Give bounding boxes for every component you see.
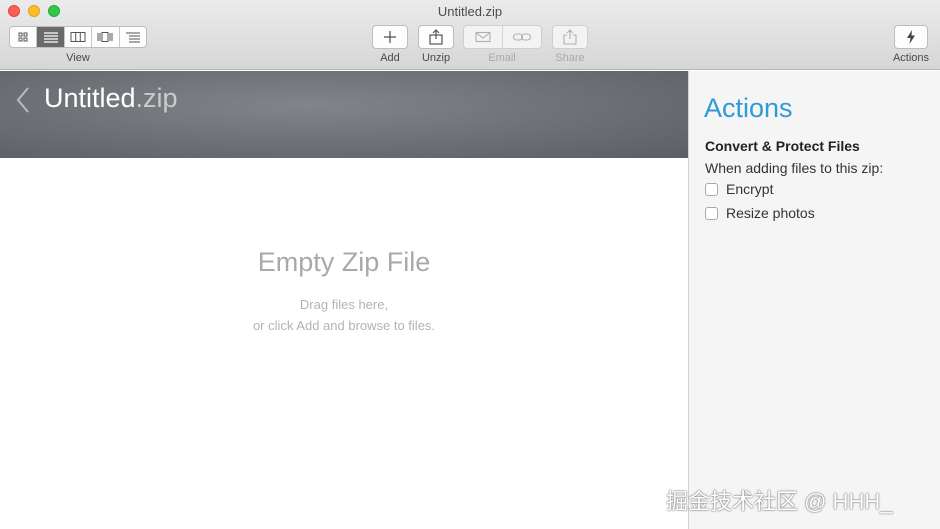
empty-state-hint-1: Drag files here, — [299, 297, 389, 312]
actions-button[interactable] — [894, 25, 928, 49]
envelope-icon — [475, 31, 491, 43]
email-link-group — [463, 25, 542, 49]
encrypt-checkbox[interactable] — [705, 182, 718, 196]
coverflow-view-button[interactable] — [92, 27, 120, 47]
actions-panel: Actions Convert & Protect Files When add… — [688, 71, 940, 529]
empty-state-hint-2: or click Add and browse to files. — [252, 318, 436, 333]
copy-link-button[interactable] — [503, 26, 541, 48]
back-chevron-icon[interactable] — [14, 85, 32, 115]
unzip-icon — [429, 29, 443, 45]
resize-photos-label: Resize photos — [726, 205, 815, 221]
list-view-button[interactable] — [37, 27, 65, 47]
grid-view-icon — [18, 32, 28, 42]
unzip-button[interactable] — [418, 25, 454, 49]
toolbar: Untitled.zip View Add Unzip Email Share … — [0, 0, 940, 70]
grid-view-button[interactable] — [10, 27, 38, 47]
watermark: 掘金技术社区 @ HHH_ — [666, 489, 893, 514]
when-adding-text: When adding files to this zip: — [705, 160, 884, 176]
email-label: Email — [488, 52, 516, 64]
resize-photos-option[interactable]: Resize photos — [705, 205, 815, 221]
view-mode-control — [9, 26, 147, 48]
lightning-icon — [907, 30, 915, 44]
actions-label: Actions — [892, 52, 930, 64]
add-button[interactable] — [372, 25, 408, 49]
app-window: Untitled.zip View Add Unzip Email Share … — [0, 0, 940, 529]
share-icon — [563, 29, 577, 45]
column-view-button[interactable] — [65, 27, 93, 47]
column-view-icon — [70, 32, 86, 42]
encrypt-option[interactable]: Encrypt — [705, 181, 773, 197]
coverflow-view-icon — [97, 32, 113, 42]
archive-header: Untitled.zip — [0, 71, 688, 158]
list-view-icon — [43, 32, 58, 43]
unzip-label: Unzip — [421, 52, 451, 64]
share-button[interactable] — [552, 25, 588, 49]
outline-view-icon — [125, 32, 140, 43]
resize-photos-checkbox[interactable] — [705, 206, 718, 220]
archive-title: Untitled.zip — [44, 83, 178, 114]
view-label: View — [66, 52, 90, 64]
outline-view-button[interactable] — [120, 27, 146, 47]
archive-extension: .zip — [135, 83, 178, 113]
actions-heading: Actions — [704, 93, 793, 123]
convert-protect-heading: Convert & Protect Files — [705, 138, 860, 154]
plus-icon — [384, 31, 396, 43]
window-title: Untitled.zip — [437, 4, 503, 19]
share-label: Share — [555, 52, 585, 64]
archive-name: Untitled — [44, 83, 136, 113]
encrypt-label: Encrypt — [726, 181, 774, 197]
empty-state-title: Empty Zip File — [257, 247, 431, 277]
email-button[interactable] — [464, 26, 503, 48]
archive-content-area: Untitled.zip Empty Zip File Drag files h… — [0, 71, 688, 529]
link-icon — [512, 33, 532, 41]
